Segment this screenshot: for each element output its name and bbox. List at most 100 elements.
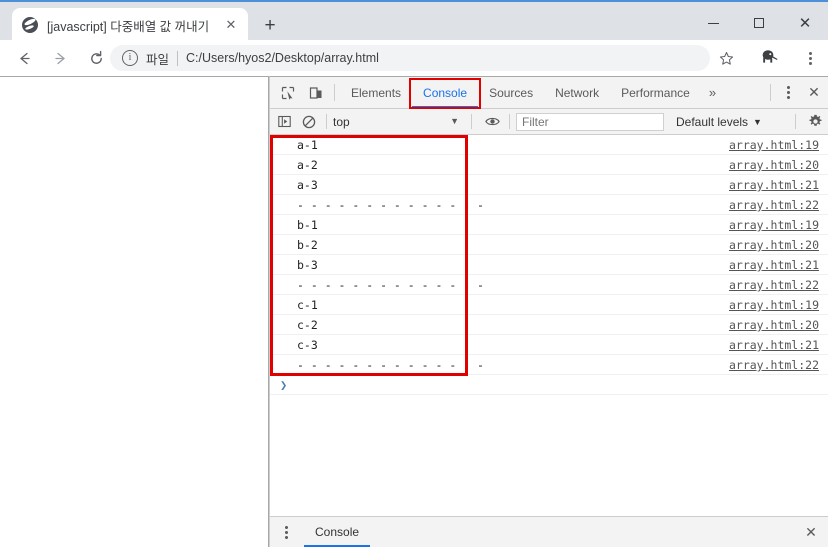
devtools-drawer: Console ✕ bbox=[270, 516, 828, 547]
page-viewport bbox=[0, 76, 269, 547]
filterbar-divider bbox=[471, 114, 472, 129]
console-log-row[interactable]: a-1 array.html:19 bbox=[270, 135, 828, 155]
console-log-levels-select[interactable]: Default levels ▼ bbox=[676, 115, 762, 129]
console-log-source-link[interactable]: array.html:20 bbox=[729, 158, 819, 172]
console-log-message: a-2 bbox=[297, 157, 318, 172]
omnibox-divider bbox=[177, 50, 179, 66]
console-context-select[interactable]: top ▼ bbox=[333, 115, 465, 129]
console-log-message: c-1 bbox=[297, 297, 318, 312]
console-log-row[interactable]: - - - - - - - - - - - - - - array.html:2… bbox=[270, 195, 828, 215]
drawer-close-button[interactable]: ✕ bbox=[799, 520, 823, 544]
console-log-message: - - - - - - - - - - - - - - bbox=[297, 357, 484, 372]
console-log-source-link[interactable]: array.html:20 bbox=[729, 238, 819, 252]
new-tab-button[interactable]: + bbox=[256, 12, 284, 40]
arrow-right-icon bbox=[54, 52, 65, 64]
console-filter-input[interactable] bbox=[516, 112, 664, 131]
devtools-panel: Elements Console Sources Network Perform… bbox=[269, 76, 828, 547]
address-bar[interactable]: i 파일 C:/Users/hyos2/Desktop/array.html bbox=[110, 45, 710, 71]
devtools-close-button[interactable]: ✕ bbox=[800, 80, 828, 106]
maximize-button[interactable] bbox=[736, 4, 782, 42]
drawer-more-options-button[interactable] bbox=[274, 519, 298, 545]
tab-sources[interactable]: Sources bbox=[478, 77, 544, 108]
console-log-message: b-2 bbox=[297, 237, 318, 252]
console-log-row[interactable]: b-3 array.html:21 bbox=[270, 255, 828, 275]
devtools-more-options-button[interactable] bbox=[776, 80, 800, 106]
filterbar-divider bbox=[795, 114, 796, 129]
console-log-row[interactable]: a-2 array.html:20 bbox=[270, 155, 828, 175]
globe-icon bbox=[22, 17, 38, 33]
console-log-row[interactable]: - - - - - - - - - - - - - - array.html:2… bbox=[270, 275, 828, 295]
log-levels-label: Default levels bbox=[676, 114, 749, 129]
devtools-tab-bar: Elements Console Sources Network Perform… bbox=[270, 77, 828, 109]
console-log-source-link[interactable]: array.html:22 bbox=[729, 198, 819, 212]
console-log-message: c-2 bbox=[297, 317, 318, 332]
reload-button[interactable] bbox=[80, 42, 112, 74]
console-log-output[interactable]: a-1 array.html:19 a-2 array.html:20 a-3 … bbox=[270, 135, 828, 520]
console-log-source-link[interactable]: array.html:21 bbox=[729, 258, 819, 272]
close-icon[interactable]: ✕ bbox=[220, 14, 242, 36]
console-log-message: c-3 bbox=[297, 337, 318, 352]
console-log-message: - - - - - - - - - - - - - - bbox=[297, 197, 484, 212]
star-icon[interactable] bbox=[716, 48, 736, 68]
console-log-row[interactable]: b-2 array.html:20 bbox=[270, 235, 828, 255]
toolbar-divider bbox=[770, 84, 771, 101]
clear-console-icon[interactable] bbox=[298, 111, 320, 133]
browser-tab-title: [javascript] 다중배열 값 꺼내기 bbox=[47, 19, 210, 34]
gear-icon[interactable] bbox=[802, 109, 828, 134]
chevron-down-icon: ▼ bbox=[753, 116, 762, 127]
console-log-source-link[interactable]: array.html:22 bbox=[729, 358, 819, 372]
browser-menu-button[interactable] bbox=[800, 48, 820, 68]
browser-toolbar: i 파일 C:/Users/hyos2/Desktop/array.html bbox=[0, 40, 828, 76]
console-log-row[interactable]: c-3 array.html:21 bbox=[270, 335, 828, 355]
console-log-row[interactable]: c-2 array.html:20 bbox=[270, 315, 828, 335]
console-log-message: - - - - - - - - - - - - - - bbox=[297, 277, 484, 292]
extension-icon[interactable] bbox=[760, 49, 779, 66]
console-log-row[interactable]: - - - - - - - - - - - - - - array.html:2… bbox=[270, 355, 828, 375]
device-toolbar-icon[interactable] bbox=[303, 80, 329, 106]
prompt-caret-icon: ❯ bbox=[280, 377, 288, 392]
browser-tab[interactable]: [javascript] 다중배열 값 꺼내기 ✕ bbox=[12, 8, 248, 42]
tab-label: Performance bbox=[621, 85, 690, 100]
devtools-tabbar-actions: ✕ bbox=[765, 77, 828, 108]
filterbar-right-actions bbox=[789, 109, 828, 134]
console-sidebar-icon[interactable] bbox=[273, 111, 295, 133]
tab-console[interactable]: Console bbox=[412, 77, 479, 108]
live-expression-icon[interactable] bbox=[481, 111, 503, 133]
console-log-source-link[interactable]: array.html:19 bbox=[729, 298, 819, 312]
reload-icon bbox=[90, 50, 102, 64]
console-log-row[interactable]: b-1 array.html:19 bbox=[270, 215, 828, 235]
back-button[interactable] bbox=[8, 42, 40, 74]
tab-label: Sources bbox=[489, 85, 534, 100]
console-log-row[interactable]: c-1 array.html:19 bbox=[270, 295, 828, 315]
console-filter-bar: top ▼ Default levels ▼ bbox=[270, 109, 828, 135]
minimize-button[interactable] bbox=[690, 4, 736, 42]
browser-window: [javascript] 다중배열 값 꺼내기 ✕ + ✕ i 파일 C:/Us… bbox=[0, 0, 828, 547]
console-log-row[interactable]: a-3 array.html:21 bbox=[270, 175, 828, 195]
site-info-icon[interactable]: i bbox=[122, 50, 138, 66]
console-log-source-link[interactable]: array.html:21 bbox=[729, 178, 819, 192]
console-prompt[interactable]: ❯ bbox=[270, 375, 828, 395]
toolbar-divider bbox=[334, 84, 335, 101]
console-log-source-link[interactable]: array.html:20 bbox=[729, 318, 819, 332]
arrow-left-icon bbox=[19, 52, 30, 64]
tab-elements[interactable]: Elements bbox=[340, 77, 412, 108]
tab-label: Elements bbox=[351, 85, 402, 100]
maximize-icon bbox=[754, 18, 764, 28]
console-log-message: a-3 bbox=[297, 177, 318, 192]
more-tabs-button[interactable]: » bbox=[701, 77, 724, 108]
filterbar-divider bbox=[509, 114, 510, 129]
close-icon: ✕ bbox=[798, 14, 812, 32]
console-log-source-link[interactable]: array.html:19 bbox=[729, 218, 819, 232]
window-close-button[interactable]: ✕ bbox=[782, 4, 828, 42]
console-log-message: b-3 bbox=[297, 257, 318, 272]
console-log-source-link[interactable]: array.html:21 bbox=[729, 338, 819, 352]
tab-performance[interactable]: Performance bbox=[610, 77, 701, 108]
console-log-source-link[interactable]: array.html:19 bbox=[729, 138, 819, 152]
inspect-element-icon[interactable] bbox=[275, 80, 301, 106]
drawer-tab-console[interactable]: Console bbox=[304, 517, 371, 547]
tab-network[interactable]: Network bbox=[544, 77, 610, 108]
window-controls: ✕ bbox=[690, 4, 828, 42]
forward-button[interactable] bbox=[44, 42, 76, 74]
url-scheme-label: 파일 bbox=[146, 52, 170, 67]
console-log-source-link[interactable]: array.html:22 bbox=[729, 278, 819, 292]
